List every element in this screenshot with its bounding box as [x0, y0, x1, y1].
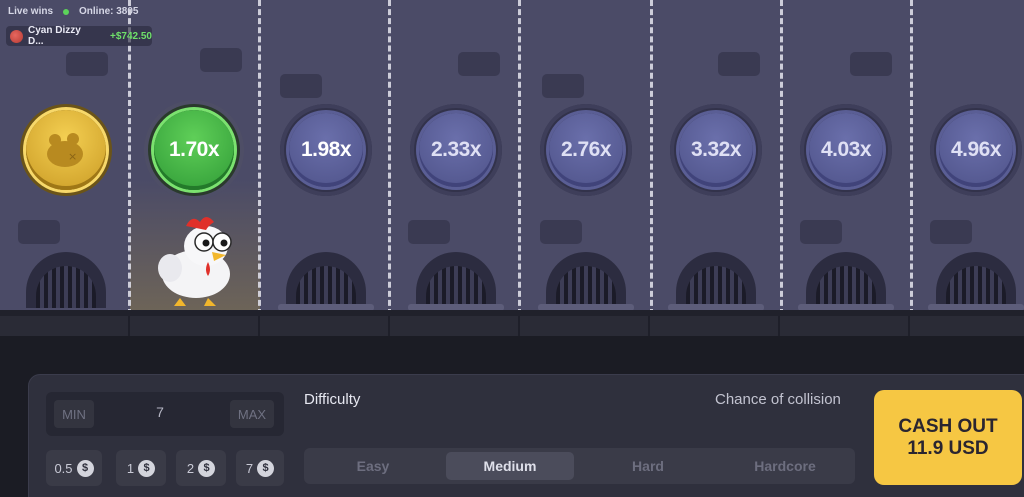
lane-divider: [258, 0, 261, 315]
quick-bet-button[interactable]: 2 $: [176, 450, 226, 486]
sewer-drain: [676, 252, 756, 308]
wall-brick: [66, 52, 108, 76]
wall-brick: [280, 74, 322, 98]
start-coin: ×: [20, 104, 112, 196]
max-bet-button[interactable]: MAX: [230, 400, 274, 428]
dollar-icon: $: [198, 459, 216, 477]
lane-divider: [388, 0, 391, 315]
wall-brick: [200, 48, 242, 72]
wall-brick: [18, 220, 60, 244]
dollar-icon: $: [138, 459, 156, 477]
roast-chicken-icon: ×: [47, 133, 83, 167]
wall-brick: [850, 52, 892, 76]
quick-bet-button[interactable]: 0.5 $: [46, 450, 102, 486]
dollar-icon: $: [76, 459, 94, 477]
multiplier-label: 4.96x: [950, 138, 1002, 161]
road-segment: [650, 316, 780, 336]
quick-bet-button[interactable]: 7 $: [236, 450, 284, 486]
road-segment: [0, 316, 130, 336]
multiplier-label: 2.76x: [560, 138, 612, 161]
multiplier-coin[interactable]: 3.32x: [670, 104, 762, 196]
live-wins-label: Live wins: [8, 6, 54, 17]
sewer-drain: [286, 252, 366, 308]
multiplier-coin[interactable]: 4.03x: [800, 104, 892, 196]
online-count: Online: 3805: [79, 6, 139, 17]
road-segment: [130, 316, 260, 336]
multiplier-coin[interactable]: 4.96x: [930, 104, 1022, 196]
sewer-drain: [936, 252, 1016, 308]
road-segment: [780, 316, 910, 336]
quick-bet-amount: 2: [186, 460, 195, 476]
wall-brick: [800, 220, 842, 244]
sewer-drain: [416, 252, 496, 308]
recent-win-row: Cyan Dizzy D... +$742.50: [6, 25, 152, 47]
svg-text:×: ×: [68, 150, 77, 163]
quick-bet-amount: 7: [245, 460, 254, 476]
road-segment: [260, 316, 390, 336]
sewer-drain: [546, 252, 626, 308]
live-feed-header: Live wins Online: 3805: [8, 6, 138, 17]
quick-bet-amount: 0.5: [54, 460, 73, 476]
chicken-character: [158, 217, 232, 306]
online-indicator-icon: [63, 8, 70, 15]
sewer-drain: [26, 252, 106, 308]
multiplier-label: 1.70x: [168, 138, 220, 161]
lane-divider: [518, 0, 521, 315]
win-amount: +$742.50: [110, 30, 152, 42]
dollar-icon: $: [257, 459, 275, 477]
difficulty-title: Difficulty: [304, 391, 361, 408]
multiplier-coin[interactable]: 2.33x: [410, 104, 502, 196]
sewer-drain: [806, 252, 886, 308]
lane-divider: [780, 0, 783, 315]
cash-out-amount: 11.9 USD: [907, 437, 989, 459]
multiplier-coin-current[interactable]: 1.70x: [148, 104, 240, 196]
wall-brick: [718, 52, 760, 76]
multiplier-coin[interactable]: 1.98x: [280, 104, 372, 196]
lane-divider: [910, 0, 913, 315]
multiplier-coin[interactable]: 2.76x: [540, 104, 632, 196]
bet-amount-value[interactable]: 7: [140, 404, 180, 420]
cash-out-button[interactable]: CASH OUT 11.9 USD: [874, 390, 1022, 485]
lane-divider: [128, 0, 131, 315]
road-segment: [520, 316, 650, 336]
avatar: [10, 29, 23, 43]
wall-brick: [542, 74, 584, 98]
road-segment: [390, 316, 520, 336]
winner-name: Cyan Dizzy D...: [27, 25, 81, 47]
multiplier-label: 2.33x: [430, 138, 482, 161]
quick-bet-button[interactable]: 1 $: [116, 450, 166, 486]
wall-brick: [458, 52, 500, 76]
wall-brick: [408, 220, 450, 244]
game-field: × 1.70x 1.98x 2.33x 2.76x 3.32x 4.03x 4.…: [0, 0, 1024, 315]
difficulty-option-hard[interactable]: Hard: [584, 452, 712, 480]
multiplier-label: 1.98x: [300, 138, 352, 161]
collision-chance-label: Chance of collision: [715, 391, 841, 408]
lane-divider: [650, 0, 653, 315]
cash-out-label: CASH OUT: [898, 415, 998, 437]
min-bet-button[interactable]: MIN: [54, 400, 94, 428]
multiplier-label: 4.03x: [820, 138, 872, 161]
difficulty-option-medium[interactable]: Medium: [446, 452, 574, 480]
difficulty-option-easy[interactable]: Easy: [308, 452, 438, 480]
difficulty-option-hardcore[interactable]: Hardcore: [718, 452, 852, 480]
wall-brick: [930, 220, 972, 244]
multiplier-label: 3.32x: [690, 138, 742, 161]
quick-bet-amount: 1: [126, 460, 135, 476]
game-screen: × 1.70x 1.98x 2.33x 2.76x 3.32x 4.03x 4.…: [0, 0, 1024, 497]
wall-brick: [540, 220, 582, 244]
